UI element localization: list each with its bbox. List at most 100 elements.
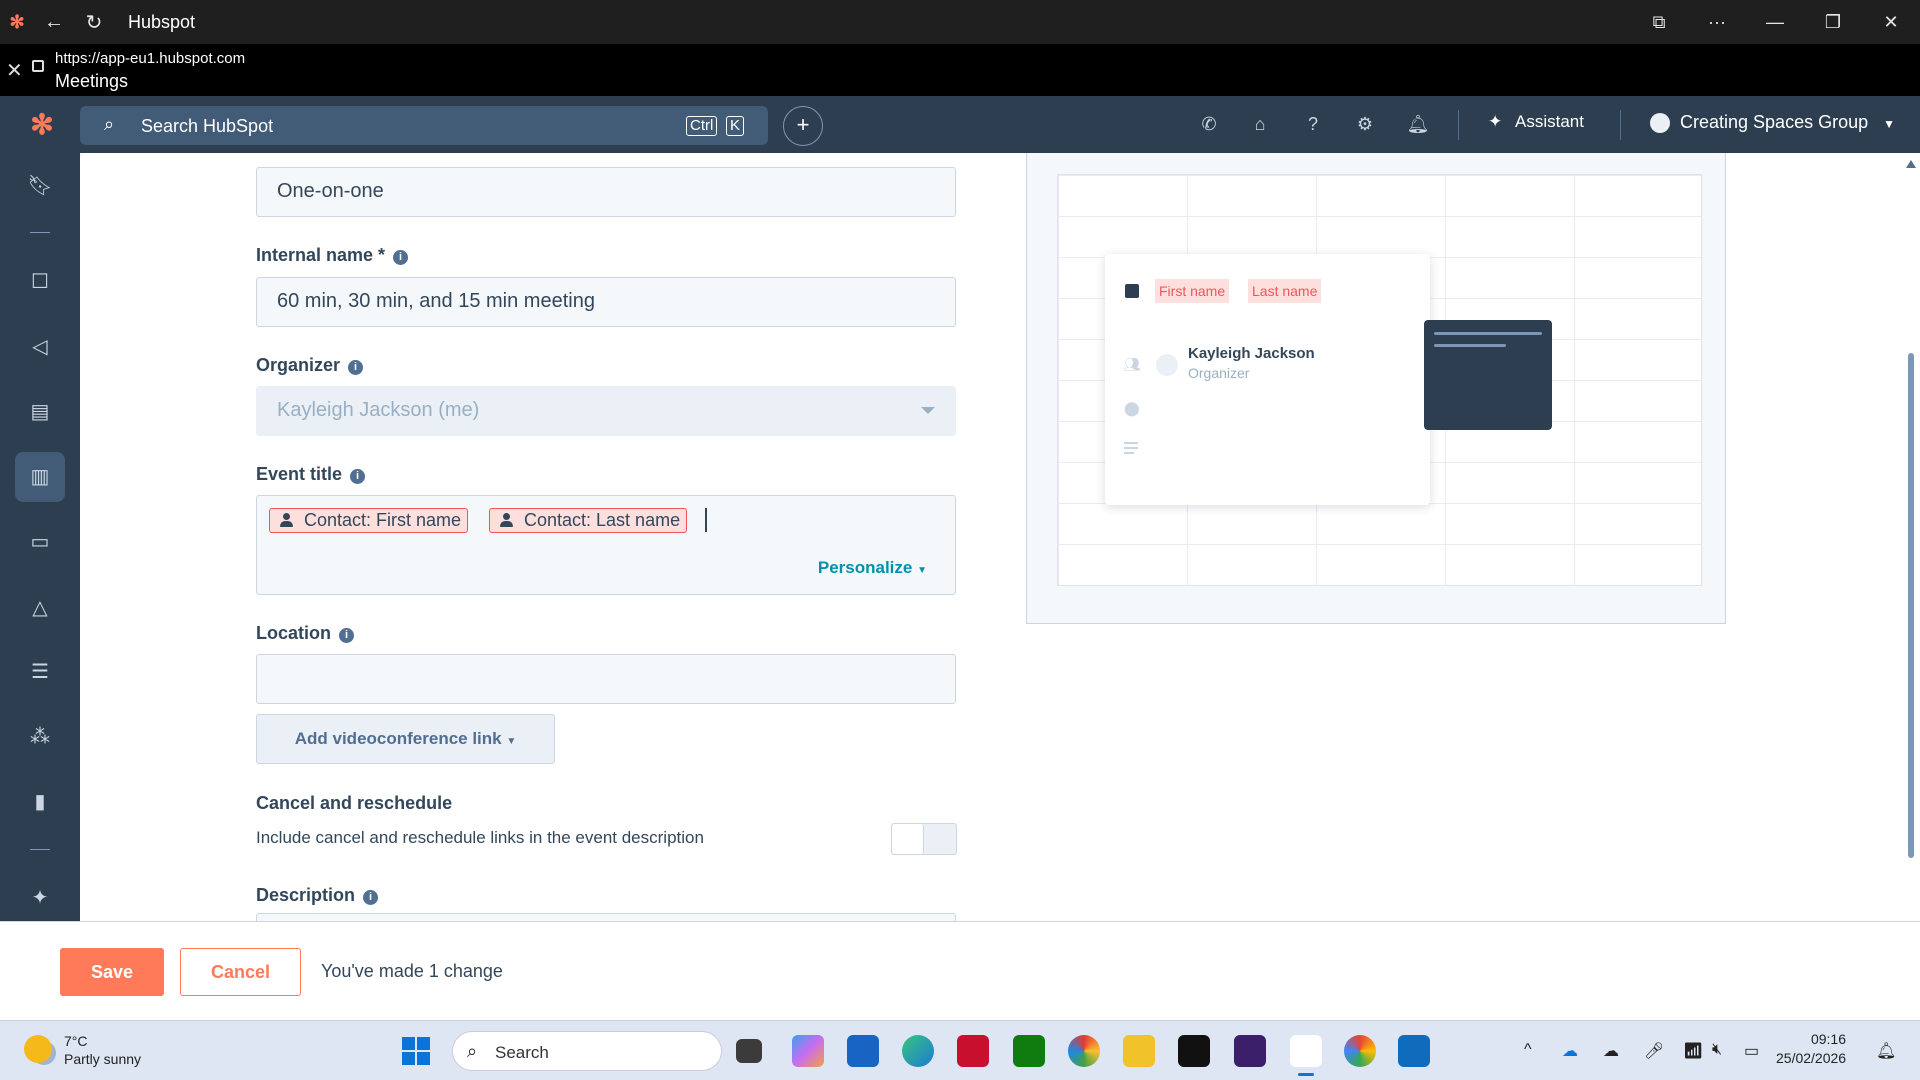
contact-person-icon [280, 513, 293, 527]
save-button[interactable]: Save [60, 948, 164, 996]
wifi-icon[interactable]: 📶︎ [1683, 1041, 1703, 1061]
notifications-bell-icon[interactable]: 🔔︎ [1406, 114, 1430, 135]
close-window-icon[interactable]: ✕ [1862, 12, 1920, 33]
automation-icon[interactable]: ⁂ [15, 712, 65, 762]
event-title-input[interactable]: Contact: First name Contact: Last name P… [256, 495, 956, 595]
page-title: Meetings [55, 71, 129, 91]
personalization-token[interactable]: Contact: Last name [489, 508, 688, 533]
file-explorer-icon[interactable] [1123, 1035, 1155, 1067]
onedrive-icon[interactable]: ☁ [1562, 1041, 1578, 1061]
system-clock[interactable]: 09:16 25/02/2026 [1776, 1030, 1846, 1068]
search-placeholder: Search HubSpot [141, 116, 274, 136]
reporting-icon[interactable]: ▮ [15, 777, 65, 827]
info-icon[interactable]: i [339, 628, 354, 643]
description-input[interactable] [256, 913, 956, 921]
lock-icon [32, 60, 44, 72]
organizer-value: Kayleigh Jackson (me) [277, 399, 480, 421]
description-label-text: Description [256, 885, 356, 905]
contacts-icon[interactable]: ☐ [15, 257, 65, 307]
info-icon[interactable]: i [393, 250, 409, 265]
battery-icon[interactable]: ▭ [1744, 1041, 1759, 1061]
back-icon[interactable]: ← [34, 0, 74, 44]
caret-down-icon: ▼ [506, 736, 517, 747]
bookmark-icon[interactable]: 🔖︎ [15, 161, 65, 211]
close-icon[interactable]: ✕ [6, 58, 23, 83]
location-label-text: Location [256, 623, 331, 643]
copilot-icon[interactable] [792, 1035, 824, 1067]
divider [1458, 110, 1459, 140]
service-icon[interactable]: △ [15, 583, 65, 633]
create-plus-button[interactable]: + [783, 106, 823, 146]
marketing-megaphone-icon[interactable]: ◁ [15, 322, 65, 372]
personalization-token[interactable]: Contact: First name [269, 508, 469, 533]
info-icon[interactable]: i [348, 360, 364, 375]
cancel-reschedule-description: Include cancel and reschedule links in t… [256, 828, 704, 847]
cancel-reschedule-label: Cancel and reschedule [256, 793, 453, 813]
commerce-icon[interactable]: ▭ [15, 517, 65, 567]
data-management-icon[interactable]: ☰ [15, 647, 65, 697]
scroll-up-icon[interactable] [1906, 160, 1916, 168]
weather-desc: Partly sunny [64, 1051, 142, 1067]
account-name: Creating Spaces Group [1680, 112, 1869, 132]
cancel-reschedule-toggle[interactable] [891, 823, 957, 855]
assistant-label: Assistant [1514, 112, 1584, 131]
mcafee-icon[interactable] [957, 1035, 989, 1067]
add-videoconference-button[interactable]: Add videoconference link ▼ [256, 714, 555, 764]
temperature: 7°C [64, 1033, 88, 1049]
breeze-sparkle-icon[interactable]: ✦ [15, 873, 65, 923]
edge-icon[interactable] [902, 1035, 934, 1067]
account-menu[interactable]: Creating Spaces Group ▼ [1650, 112, 1895, 134]
restore-icon[interactable]: ❐ [1804, 12, 1862, 33]
content-icon[interactable]: ▤ [15, 387, 65, 437]
phone-icon[interactable]: ✆ [1197, 114, 1221, 135]
info-icon[interactable]: i [363, 890, 379, 905]
left-sidebar: 🔖︎ ☐ ◁ ▤ ▥ ▭ △ ☰ ⁂ ▮ ✦ [0, 153, 80, 921]
search-icon: ⌕ [104, 114, 115, 134]
help-icon[interactable]: ? [1301, 114, 1325, 135]
personalize-dropdown[interactable]: Personalize ▼ [818, 558, 927, 578]
url-text[interactable]: https://app-eu1.hubspot.com [55, 50, 245, 67]
hubspot-logo-icon[interactable]: ✻ [22, 108, 62, 142]
organizer-avatar [1156, 354, 1178, 376]
meeting-type-select[interactable]: One-on-one [256, 167, 956, 217]
xbox-icon[interactable] [1013, 1035, 1045, 1067]
organizer-name: Kayleigh Jackson [1188, 345, 1315, 362]
microphone-icon[interactable]: 🎤︎ [1644, 1041, 1664, 1061]
reload-icon[interactable]: ↻ [74, 0, 114, 44]
page-scrollbar[interactable] [1905, 160, 1917, 920]
store-icon[interactable] [847, 1035, 879, 1067]
cancel-button[interactable]: Cancel [180, 948, 301, 996]
location-input[interactable] [256, 654, 956, 704]
assistant-button[interactable]: ✦ Assistant [1488, 112, 1584, 132]
global-search-input[interactable]: ⌕ Search HubSpot Ctrl K [80, 106, 768, 145]
internal-name-input[interactable]: 60 min, 30 min, and 15 min meeting [256, 277, 956, 327]
task-view-icon[interactable] [736, 1039, 762, 1063]
app-icon[interactable] [1068, 1035, 1100, 1067]
unsaved-changes-text: You've made 1 change [321, 961, 503, 981]
app-ip-icon[interactable] [1178, 1035, 1210, 1067]
description-label: Description i [256, 885, 379, 906]
cast-icon[interactable]: ⧉ [1630, 12, 1688, 33]
window-title: Hubspot [128, 11, 196, 32]
volume-muted-icon[interactable]: 🔇︎ [1712, 1041, 1722, 1059]
chrome-icon[interactable] [1344, 1035, 1376, 1067]
app-q-icon[interactable] [1234, 1035, 1266, 1067]
minimize-icon[interactable]: — [1746, 12, 1804, 33]
cloud-icon[interactable]: ☁ [1603, 1041, 1619, 1061]
more-icon[interactable]: ··· [1688, 12, 1746, 33]
hubspot-taskbar-icon[interactable] [1290, 1035, 1322, 1076]
info-icon[interactable]: i [350, 469, 366, 484]
sparkle-icon: ✦ [1488, 112, 1503, 131]
event-block [1424, 320, 1552, 430]
outlook-icon[interactable] [1398, 1035, 1430, 1067]
event-color-icon [1125, 284, 1139, 298]
sales-icon[interactable]: ▥ [15, 452, 65, 502]
chevron-up-icon[interactable]: ^ [1524, 1041, 1532, 1059]
notification-icon[interactable]: 🔔︎ [1876, 1041, 1896, 1061]
settings-gear-icon[interactable]: ⚙ [1353, 114, 1377, 135]
organizer-role: Organizer [1188, 365, 1250, 381]
scroll-thumb[interactable] [1908, 353, 1914, 858]
taskbar-search[interactable]: ⌕ Search [452, 1031, 722, 1071]
marketplace-icon[interactable]: ⌂ [1248, 114, 1272, 135]
windows-start-icon[interactable] [402, 1037, 430, 1065]
